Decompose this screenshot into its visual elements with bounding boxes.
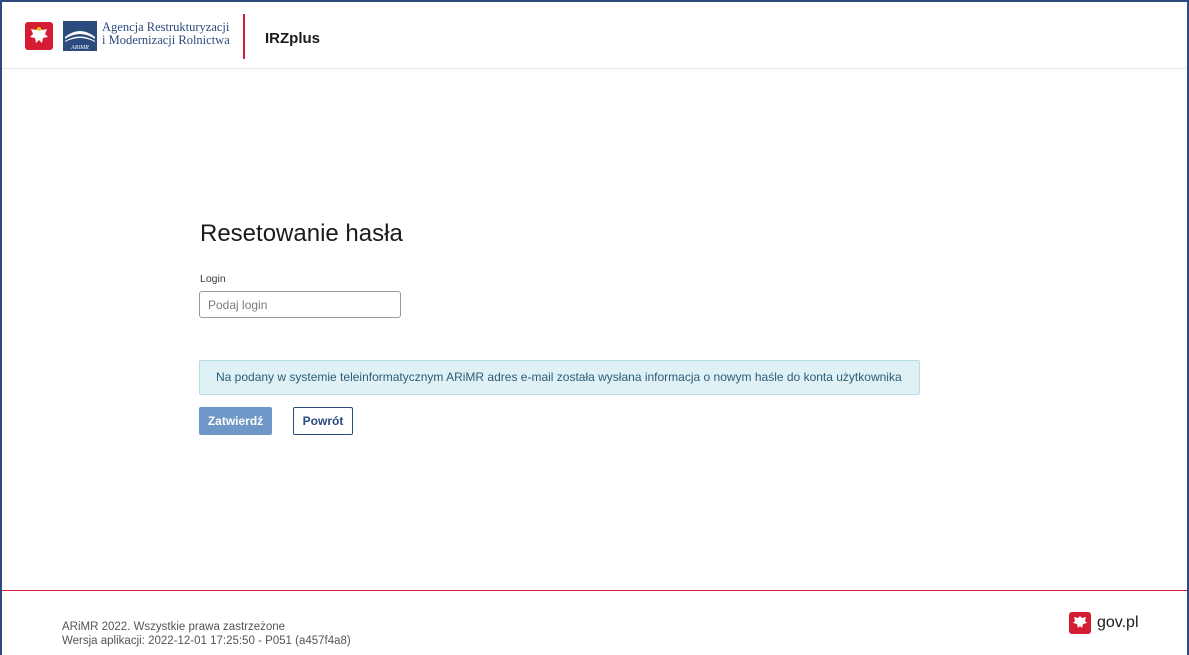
app-name: IRZplus: [265, 30, 320, 47]
page-header: ARiMR Agencja Restrukturyzacji i Moderni…: [2, 2, 1187, 69]
window-frame: [0, 0, 1189, 655]
submit-button[interactable]: Zatwierdź: [199, 407, 272, 435]
header-divider: [243, 14, 245, 59]
polish-eagle-emblem-icon: [1069, 612, 1091, 634]
gov-pl-link[interactable]: gov.pl: [1069, 612, 1139, 634]
back-button[interactable]: Powrót: [293, 407, 353, 435]
page-title: Resetowanie hasła: [200, 220, 403, 247]
info-alert: Na podany w systemie teleinformatycznym …: [199, 360, 920, 395]
login-label: Login: [200, 273, 226, 285]
polish-eagle-emblem-icon: [25, 22, 53, 50]
footer-info: ARiMR 2022. Wszystkie prawa zastrzeżone …: [62, 620, 351, 648]
agency-name-line2: i Modernizacji Rolnictwa: [102, 33, 230, 47]
login-input[interactable]: [199, 291, 401, 318]
app-version-text: Wersja aplikacji: 2022-12-01 17:25:50 - …: [62, 635, 351, 647]
arimr-logo-icon: ARiMR: [63, 21, 97, 51]
agency-name: Agencja Restrukturyzacji i Modernizacji …: [102, 21, 252, 47]
svg-text:ARiMR: ARiMR: [70, 45, 89, 51]
gov-pl-label: gov.pl: [1097, 614, 1139, 631]
copyright-text: ARiMR 2022. Wszystkie prawa zastrzeżone: [62, 621, 286, 633]
footer-divider: [2, 590, 1187, 591]
